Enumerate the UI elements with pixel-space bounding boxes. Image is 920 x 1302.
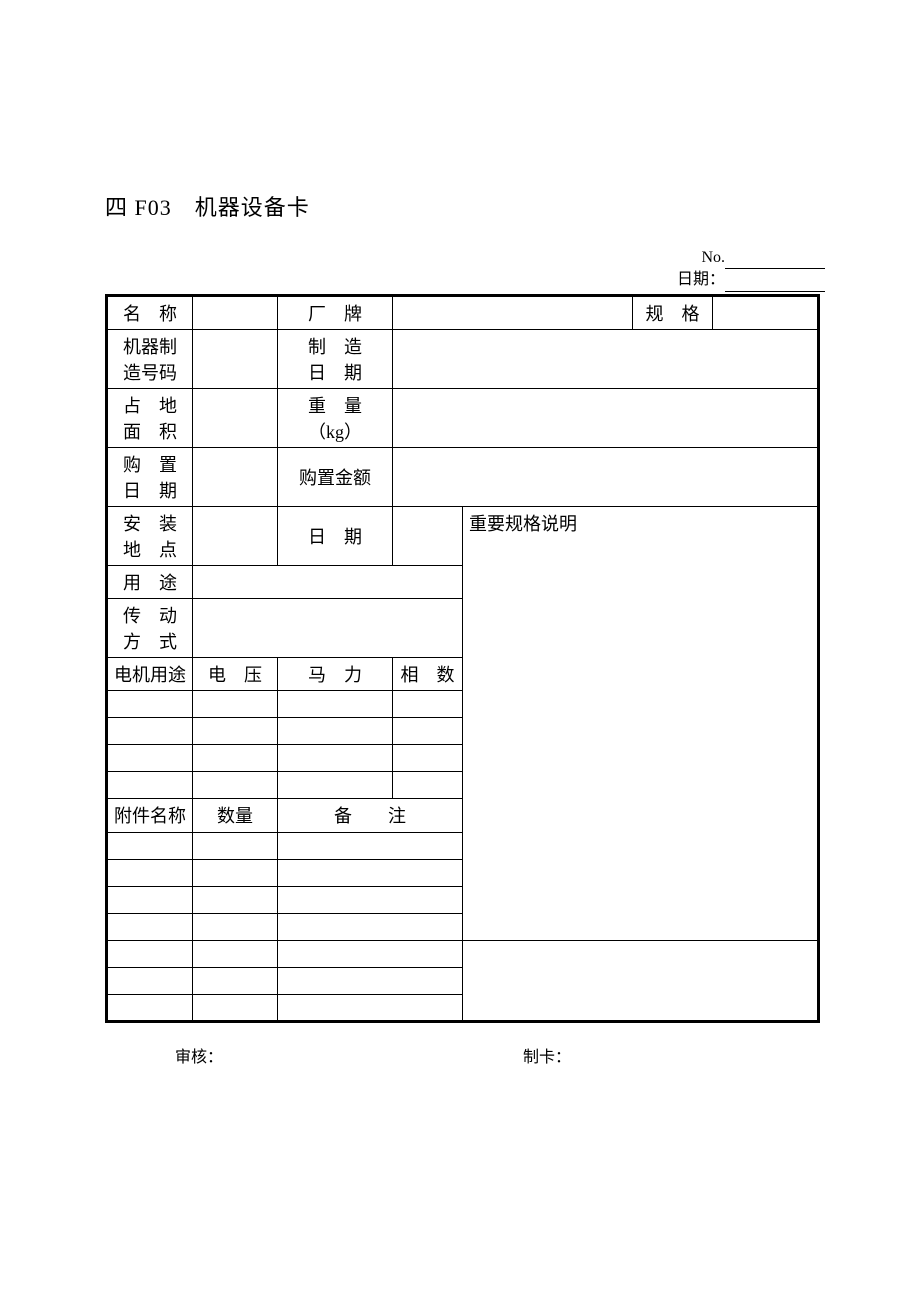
cell-qty-6[interactable] <box>193 967 278 994</box>
cell-remark-7[interactable] <box>278 994 463 1021</box>
cell-attach-1[interactable] <box>107 832 193 859</box>
field-area[interactable] <box>193 388 278 447</box>
label-spec: 规 格 <box>633 295 713 329</box>
no-label: No. <box>701 249 725 266</box>
signatures: 审核： 制卡： <box>105 1043 830 1067</box>
label-machine-no: 机器制造号码 <box>107 329 193 388</box>
cell-motor-usage-4[interactable] <box>107 771 193 798</box>
cell-qty-4[interactable] <box>193 913 278 940</box>
table-row <box>107 940 819 967</box>
label-important-spec[interactable]: 重要规格说明 <box>463 506 819 940</box>
field-weight[interactable] <box>393 388 819 447</box>
label-horsepower: 马 力 <box>278 657 393 690</box>
field-purchase-date[interactable] <box>193 447 278 506</box>
cell-attach-4[interactable] <box>107 913 193 940</box>
cell-qty-2[interactable] <box>193 859 278 886</box>
field-brand[interactable] <box>393 295 633 329</box>
label-phases: 相 数 <box>393 657 463 690</box>
form-title: 四 F03 机器设备卡 <box>105 190 830 222</box>
field-date[interactable] <box>393 506 463 565</box>
cell-phases-2[interactable] <box>393 717 463 744</box>
field-name[interactable] <box>193 295 278 329</box>
date-blank <box>725 276 825 292</box>
cell-qty-5[interactable] <box>193 940 278 967</box>
label-drive-mode: 传 动方 式 <box>107 598 193 657</box>
no-blank <box>725 253 825 269</box>
label-purchase-date: 购 置日 期 <box>107 447 193 506</box>
field-mfg-date[interactable] <box>393 329 819 388</box>
cell-qty-1[interactable] <box>193 832 278 859</box>
cell-attach-2[interactable] <box>107 859 193 886</box>
cell-phases-1[interactable] <box>393 690 463 717</box>
cell-motor-usage-3[interactable] <box>107 744 193 771</box>
label-remarks: 备 注 <box>278 798 463 832</box>
cell-phases-4[interactable] <box>393 771 463 798</box>
label-usage: 用 途 <box>107 565 193 598</box>
table-row: 安 装地 点 日 期 重要规格说明 <box>107 506 819 565</box>
cell-qty-7[interactable] <box>193 994 278 1021</box>
table-row: 购 置日 期 购置金额 <box>107 447 819 506</box>
cell-hp-1[interactable] <box>278 690 393 717</box>
equipment-card-table: 名 称 厂 牌 规 格 机器制造号码 制 造日 期 占 地面 积 重 量（kg）… <box>105 294 820 1023</box>
cell-attach-7[interactable] <box>107 994 193 1021</box>
table-row: 名 称 厂 牌 规 格 <box>107 295 819 329</box>
cell-voltage-1[interactable] <box>193 690 278 717</box>
label-name: 名 称 <box>107 295 193 329</box>
cell-voltage-2[interactable] <box>193 717 278 744</box>
label-attachment-name: 附件名称 <box>107 798 193 832</box>
label-date: 日 期 <box>278 506 393 565</box>
label-area: 占 地面 积 <box>107 388 193 447</box>
cell-remark-2[interactable] <box>278 859 463 886</box>
cell-voltage-3[interactable] <box>193 744 278 771</box>
spec-bottom-area[interactable] <box>463 940 819 1021</box>
cell-attach-3[interactable] <box>107 886 193 913</box>
label-purchase-amount: 购置金额 <box>278 447 393 506</box>
label-brand: 厂 牌 <box>278 295 393 329</box>
cell-hp-4[interactable] <box>278 771 393 798</box>
header-meta: No. 日期： <box>105 247 830 292</box>
field-install-loc[interactable] <box>193 506 278 565</box>
field-usage[interactable] <box>193 565 463 598</box>
label-weight: 重 量（kg） <box>278 388 393 447</box>
cell-remark-5[interactable] <box>278 940 463 967</box>
table-row: 占 地面 积 重 量（kg） <box>107 388 819 447</box>
cell-phases-3[interactable] <box>393 744 463 771</box>
label-motor-usage: 电机用途 <box>107 657 193 690</box>
cell-voltage-4[interactable] <box>193 771 278 798</box>
reviewer-label: 审核： <box>175 1043 223 1067</box>
cell-remark-1[interactable] <box>278 832 463 859</box>
field-machine-no[interactable] <box>193 329 278 388</box>
cell-remark-3[interactable] <box>278 886 463 913</box>
field-spec[interactable] <box>713 295 819 329</box>
label-mfg-date: 制 造日 期 <box>278 329 393 388</box>
cell-remark-4[interactable] <box>278 913 463 940</box>
date-label: 日期： <box>677 271 725 288</box>
label-quantity: 数量 <box>193 798 278 832</box>
field-purchase-amount[interactable] <box>393 447 819 506</box>
card-maker-label: 制卡： <box>523 1043 571 1067</box>
cell-attach-5[interactable] <box>107 940 193 967</box>
cell-hp-2[interactable] <box>278 717 393 744</box>
cell-remark-6[interactable] <box>278 967 463 994</box>
label-voltage: 电 压 <box>193 657 278 690</box>
cell-motor-usage-1[interactable] <box>107 690 193 717</box>
field-drive-mode[interactable] <box>193 598 463 657</box>
cell-attach-6[interactable] <box>107 967 193 994</box>
cell-qty-3[interactable] <box>193 886 278 913</box>
label-install-loc: 安 装地 点 <box>107 506 193 565</box>
cell-motor-usage-2[interactable] <box>107 717 193 744</box>
cell-hp-3[interactable] <box>278 744 393 771</box>
table-row: 机器制造号码 制 造日 期 <box>107 329 819 388</box>
